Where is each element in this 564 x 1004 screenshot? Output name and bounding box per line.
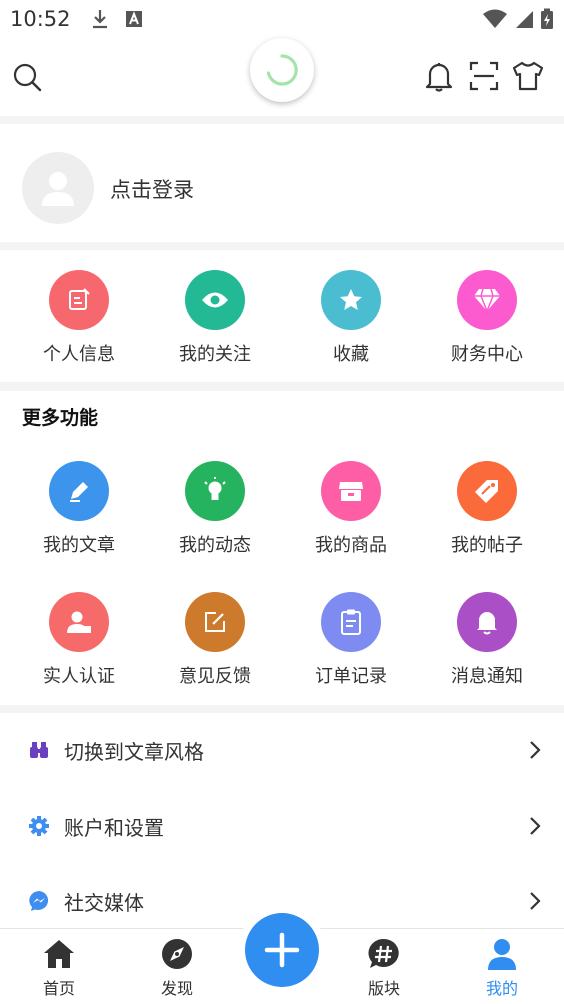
list-item-account-settings[interactable]: 账户和设置 [0,796,564,856]
edit-note-icon [49,270,109,330]
home-icon [44,940,74,968]
avatar[interactable] [22,152,94,224]
quick-item-finance[interactable]: 财务中心 [419,270,555,366]
status-bar: 10:52 [0,0,564,38]
binoculars-icon [30,742,48,758]
more-item-feedback[interactable]: 意见反馈 [147,592,283,688]
chevron-right-icon [530,892,541,910]
person-icon [488,939,516,970]
hashtag-icon [368,938,399,968]
more-item-articles[interactable]: 我的文章 [11,461,147,557]
status-time: 10:52 [10,7,71,31]
lightbulb-icon [185,461,245,521]
star-icon [321,270,381,330]
download-icon [92,10,107,29]
compass-icon [162,939,192,969]
top-bar [0,38,564,116]
quick-item-favorites[interactable]: 收藏 [283,270,419,366]
more-item-notifications[interactable]: 消息通知 [419,592,555,688]
id-person-icon [49,592,109,652]
store-icon [321,461,381,521]
plus-icon [264,932,300,968]
nav-item-mine[interactable]: 我的 [462,937,542,999]
nav-item-discover[interactable]: 发现 [137,937,217,999]
skin-shirt-icon[interactable] [512,61,544,91]
messenger-icon [29,891,49,911]
chevron-right-icon [530,817,541,835]
pencil-icon [49,461,109,521]
more-item-verification[interactable]: 实人认证 [11,592,147,688]
quick-item-following[interactable]: 我的关注 [147,270,283,366]
more-item-posts[interactable]: 我的帖子 [419,461,555,557]
nav-item-sections[interactable]: 版块 [344,937,424,999]
notification-bell-icon[interactable] [424,60,454,92]
clipboard-icon [321,592,381,652]
login-prompt[interactable]: 点击登录 [110,174,194,204]
more-item-moments[interactable]: 我的动态 [147,461,283,557]
nav-item-home[interactable]: 首页 [19,937,99,999]
more-functions: 更多功能 我的文章 我的动态 我的商品 我的帖子 实人认证 意见反馈 订单记录 … [0,391,564,705]
search-icon[interactable] [12,62,42,92]
quick-actions: 个人信息 我的关注 收藏 财务中心 [0,250,564,382]
section-title: 更多功能 [22,407,99,429]
signal-icon [516,11,533,28]
feedback-edit-icon [185,592,245,652]
quick-item-profile[interactable]: 个人信息 [11,270,147,366]
more-item-products[interactable]: 我的商品 [283,461,419,557]
bell-icon [457,592,517,652]
eye-icon [185,270,245,330]
list-item-article-style[interactable]: 切换到文章风格 [0,720,564,780]
font-icon [125,11,142,27]
battery-charging-icon [541,8,553,29]
diamond-icon [457,270,517,330]
more-item-orders[interactable]: 订单记录 [283,592,419,688]
loading-spinner [250,38,314,102]
spinner-icon [266,54,298,86]
tag-icon [457,461,517,521]
login-card[interactable]: 点击登录 [0,124,564,242]
user-placeholder-icon [42,172,74,206]
scan-icon[interactable] [469,61,499,91]
settings-list: 切换到文章风格 账户和设置 社交媒体 [0,713,564,928]
gear-icon [29,816,49,836]
post-button[interactable] [245,913,319,987]
chevron-right-icon [530,741,541,759]
wifi-icon [483,9,507,28]
